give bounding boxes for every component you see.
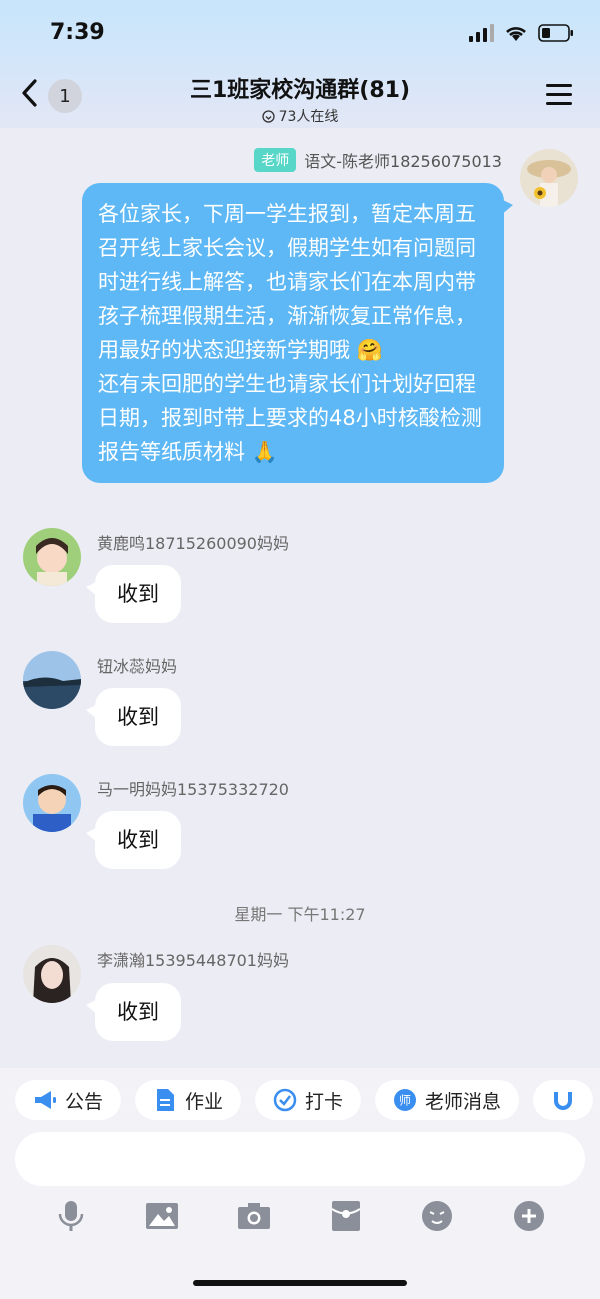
more-chip[interactable]	[533, 1080, 594, 1120]
teacher-messages-label: 老师消息	[425, 1090, 502, 1113]
sender-name: 马一明妈妈15375332720	[97, 780, 289, 799]
checkin-chip[interactable]: 打卡	[255, 1080, 362, 1120]
teacher-avatar[interactable]	[520, 149, 578, 207]
chat-title-area[interactable]: 三1班家校沟通群(81) 73人在线	[0, 72, 600, 127]
camera-icon	[238, 1203, 271, 1229]
teacher-message-bubble[interactable]: 各位家长，下周一学生报到，暂定本周五召开线上家长会议，假期学生如有问题同时进行线…	[82, 183, 513, 483]
teacher-sender-name: 语文-陈老师18256075013	[304, 152, 502, 171]
homework-chip[interactable]: 作业	[135, 1080, 242, 1120]
image-icon	[146, 1203, 179, 1229]
sender-name: 钮冰蕊妈妈	[97, 657, 178, 676]
wifi-icon	[504, 24, 528, 42]
message-bubble[interactable]: 收到	[86, 983, 181, 1041]
avatar[interactable]	[23, 528, 81, 586]
plus-icon	[514, 1201, 545, 1231]
teacher-messages-chip[interactable]: 师 老师消息	[375, 1080, 520, 1120]
bottom-panel: 公告 作业 打卡 师 老师消息	[0, 1068, 600, 1299]
red-packet-icon	[331, 1201, 361, 1231]
document-icon	[153, 1088, 177, 1112]
avatar[interactable]	[23, 774, 81, 832]
more-button[interactable]	[509, 1196, 549, 1236]
online-count: 73人在线	[261, 106, 339, 126]
teacher-icon: 师	[393, 1088, 417, 1112]
red-packet-button[interactable]	[326, 1196, 366, 1236]
signal-icon	[469, 24, 494, 42]
input-toolbar	[0, 1196, 600, 1236]
page-title: 三1班家校沟通群(81)	[189, 78, 411, 103]
avatar[interactable]	[23, 945, 81, 1003]
message-input[interactable]	[15, 1132, 585, 1186]
announcement-label: 公告	[65, 1090, 104, 1113]
sender-name: 黄鹿鸣18715260090妈妈	[97, 534, 289, 553]
checkin-label: 打卡	[305, 1090, 344, 1113]
teacher-role-badge: 老师	[254, 148, 297, 172]
sender-name: 李潇瀚15395448701妈妈	[97, 951, 289, 970]
hamburger-icon	[546, 84, 572, 87]
avatar[interactable]	[23, 651, 81, 709]
microphone-icon	[58, 1201, 84, 1231]
online-count-label: 73人在线	[278, 109, 339, 125]
microphone-button[interactable]	[51, 1196, 91, 1236]
camera-button[interactable]	[234, 1196, 274, 1236]
menu-button[interactable]	[546, 84, 572, 111]
teacher-message-paragraph-1: 各位家长，下周一学生报到，暂定本周五召开线上家长会议，假期学生如有问题同时进行线…	[98, 202, 476, 362]
message-bubble[interactable]: 收到	[86, 565, 181, 623]
emoji-icon	[422, 1201, 453, 1231]
homework-label: 作业	[185, 1090, 224, 1113]
battery-icon	[538, 24, 574, 42]
status-icons	[469, 24, 574, 42]
status-time: 7:39	[50, 20, 105, 45]
teacher-sender-line: 老师 语文-陈老师18256075013	[254, 148, 502, 172]
teacher-message-paragraph-2: 还有未回肥的学生也请家长们计划好回程日期，报到时带上要求的48小时核酸检测报告等…	[98, 372, 482, 464]
message-timestamp: 星期一 下午11:27	[234, 905, 366, 924]
chat-header: 7:39 1 三1班家校沟通群(81) 73人在线	[0, 0, 600, 128]
svg-text:师: 师	[399, 1094, 411, 1108]
home-indicator[interactable]	[193, 1280, 407, 1286]
magnet-icon	[551, 1088, 575, 1112]
image-button[interactable]	[142, 1196, 182, 1236]
message-bubble[interactable]: 收到	[86, 688, 181, 746]
quick-action-bar: 公告 作业 打卡 师 老师消息	[15, 1080, 594, 1120]
checkin-icon	[273, 1088, 297, 1112]
message-list[interactable]: 老师 语文-陈老师18256075013 各位家长，下周一学生报到，暂定本周五召…	[0, 128, 600, 1068]
megaphone-icon	[33, 1088, 57, 1112]
online-status-icon	[261, 109, 275, 123]
announcement-chip[interactable]: 公告	[15, 1080, 122, 1120]
emoji-button[interactable]	[417, 1196, 457, 1236]
message-bubble[interactable]: 收到	[86, 811, 181, 869]
